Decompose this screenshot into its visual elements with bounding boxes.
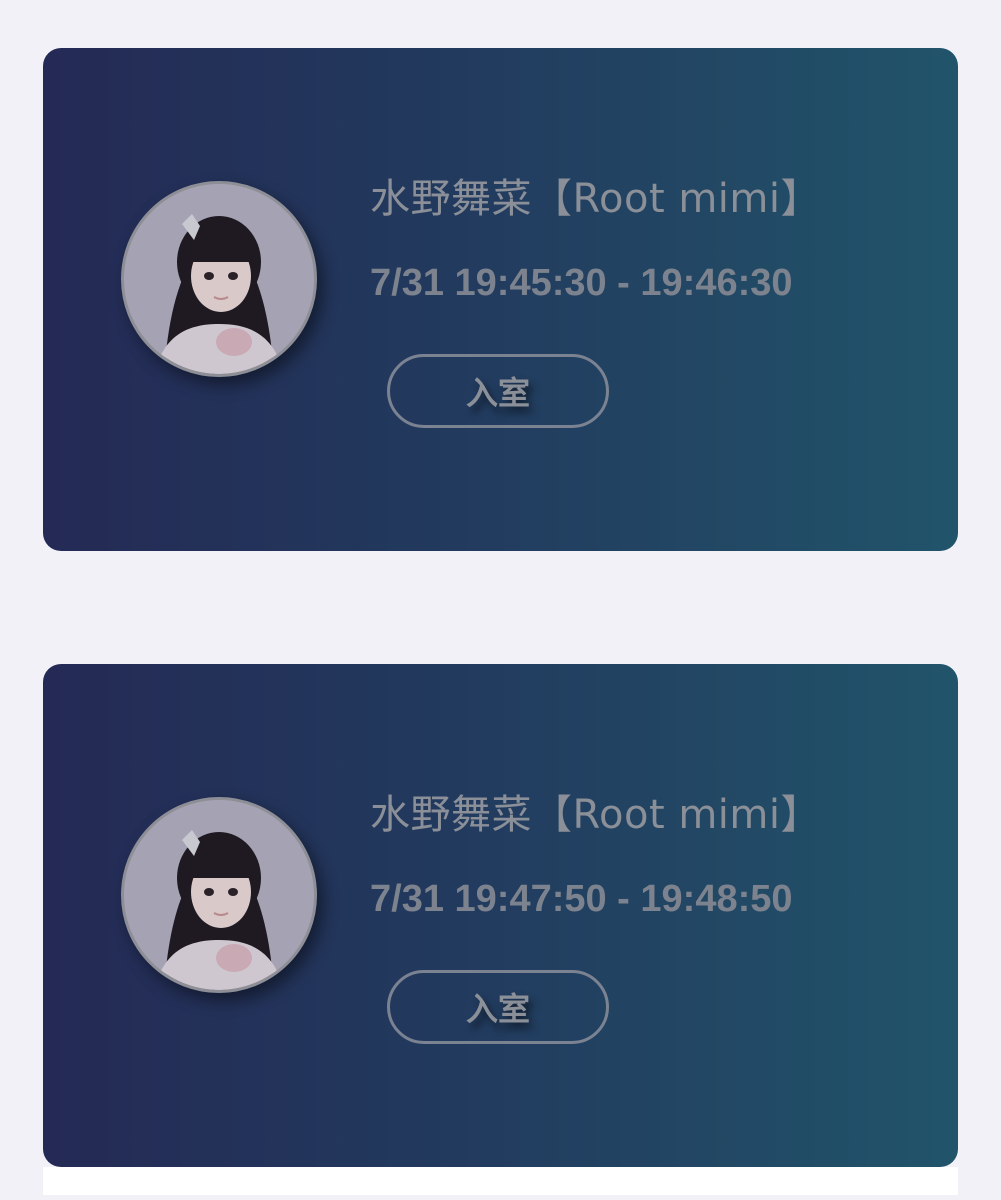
- next-card-edge: [43, 1167, 958, 1195]
- performer-name: 水野舞菜【Root mimi】: [370, 792, 821, 838]
- session-card: 水野舞菜【Root mimi】 7/31 19:47:50 - 19:48:50…: [43, 664, 958, 1167]
- avatar: [121, 181, 317, 377]
- enter-room-button[interactable]: 入室: [387, 354, 609, 428]
- session-time-range: 7/31 19:47:50 - 19:48:50: [370, 878, 793, 920]
- portrait-image: [124, 800, 314, 990]
- enter-room-button[interactable]: 入室: [387, 970, 609, 1044]
- portrait-image: [124, 184, 314, 374]
- enter-room-label: 入室: [465, 990, 530, 1028]
- performer-name: 水野舞菜【Root mimi】: [370, 176, 821, 222]
- session-time-range: 7/31 19:45:30 - 19:46:30: [370, 262, 793, 304]
- session-card: 水野舞菜【Root mimi】 7/31 19:45:30 - 19:46:30…: [43, 48, 958, 551]
- avatar: [121, 797, 317, 993]
- enter-room-label: 入室: [465, 374, 530, 412]
